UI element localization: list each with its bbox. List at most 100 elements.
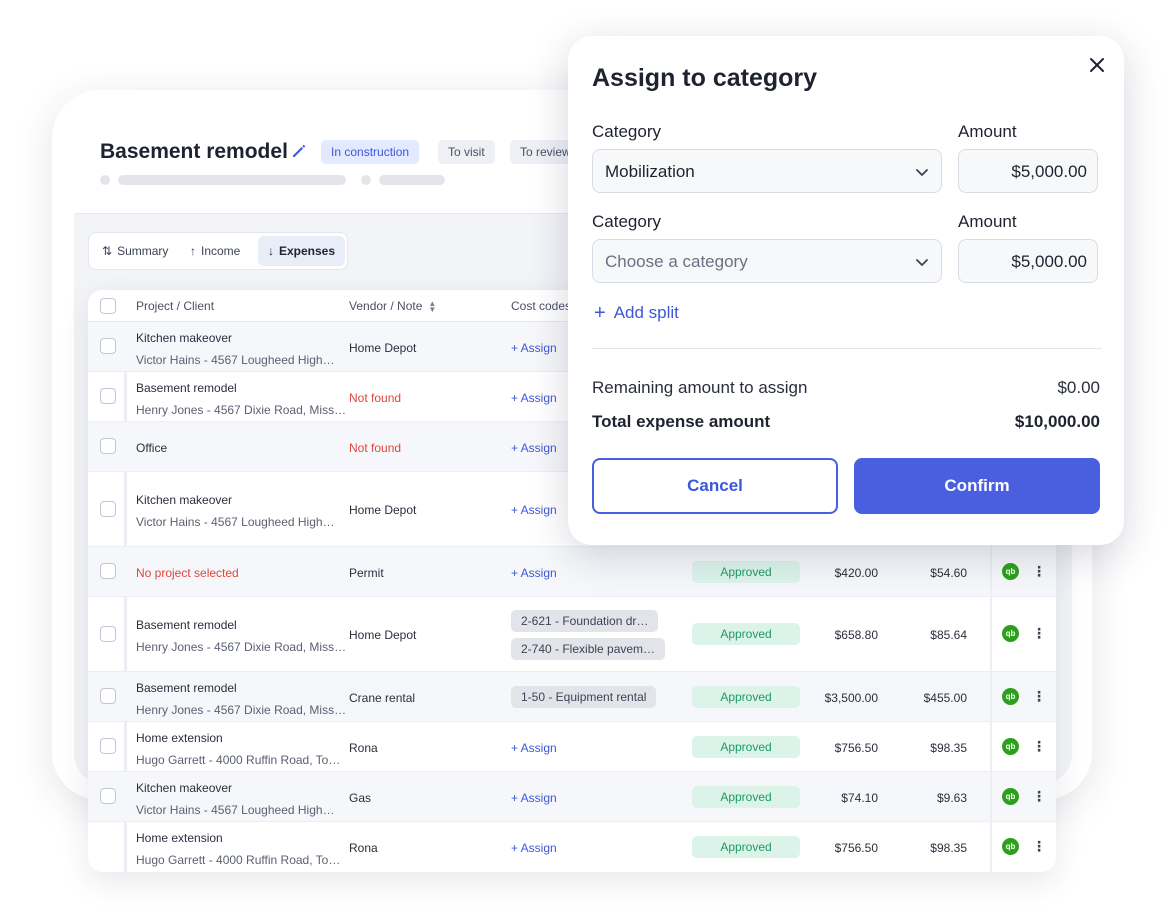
more-options-icon[interactable]: ⋮ — [1032, 564, 1046, 578]
amount-input[interactable]: $5,000.00 — [958, 149, 1098, 193]
tax-cell: $9.63 — [936, 791, 967, 805]
quickbooks-icon[interactable]: qb — [1002, 838, 1019, 855]
quickbooks-icon[interactable]: qb — [1002, 738, 1019, 755]
vendor-cell: Gas — [349, 791, 372, 805]
table-row[interactable]: No project selected Permit + Assign Appr… — [88, 547, 1056, 597]
tab-summary[interactable]: ⇅ Summary — [92, 236, 178, 266]
more-options-icon[interactable]: ⋮ — [1032, 689, 1046, 703]
tab-income[interactable]: ↑ Income — [180, 236, 250, 266]
tax-cell: $98.35 — [930, 741, 967, 755]
amount-cell: $3,500.00 — [824, 691, 878, 705]
row-checkbox[interactable] — [100, 501, 116, 517]
amount-label: Amount — [958, 212, 1017, 231]
vendor-cell: Not found — [349, 441, 402, 455]
remaining-value: $0.00 — [1057, 378, 1100, 397]
category-label: Category — [592, 122, 661, 141]
vendor-cell: Home Depot — [349, 341, 417, 355]
cost-code-chip[interactable]: 2-740 - Flexible pavem… — [511, 638, 666, 660]
amount-cell: $756.50 — [834, 741, 878, 755]
skeleton-dot — [100, 175, 110, 185]
cost-code-chip[interactable]: 1-50 - Equipment rental — [511, 686, 657, 708]
more-options-icon[interactable]: ⋮ — [1032, 739, 1046, 753]
category-select[interactable]: Mobilization — [592, 149, 942, 193]
plus-icon: + — [594, 302, 606, 324]
row-checkbox[interactable] — [100, 688, 116, 704]
more-options-icon[interactable]: ⋮ — [1032, 789, 1046, 803]
row-checkbox[interactable] — [100, 338, 116, 354]
status-badge: Approved — [692, 686, 800, 708]
assign-category-modal: Assign to category Category Amount Mobil… — [568, 36, 1124, 545]
more-options-icon[interactable]: ⋮ — [1032, 839, 1046, 853]
skeleton-dot — [361, 175, 371, 185]
row-checkbox[interactable] — [100, 563, 116, 579]
row-checkbox[interactable] — [100, 626, 116, 642]
amount-input[interactable]: $5,000.00 — [958, 239, 1098, 283]
quickbooks-icon[interactable]: qb — [1002, 688, 1019, 705]
row-checkbox[interactable] — [100, 788, 116, 804]
modal-title: Assign to category — [592, 64, 818, 92]
assign-link[interactable]: + Assign — [511, 391, 557, 405]
row-checkbox[interactable] — [100, 438, 116, 454]
category-select[interactable]: Choose a category — [592, 239, 942, 283]
view-tabs: ⇅ Summary ↑ Income ↓ Expenses — [88, 232, 348, 270]
table-row[interactable]: Home extension Hugo Garrett - 4000 Ruffi… — [88, 822, 1056, 872]
vendor-cell: Not found — [349, 391, 402, 405]
header-project[interactable]: Project / Client — [136, 299, 214, 313]
project-title: Basement remodel — [100, 140, 288, 163]
skeleton-bar — [379, 175, 445, 185]
vendor-cell: Crane rental — [349, 691, 416, 705]
tab-expenses[interactable]: ↓ Expenses — [258, 236, 346, 266]
confirm-button[interactable]: Confirm — [854, 458, 1100, 514]
assign-link[interactable]: + Assign — [511, 566, 557, 580]
vendor-cell: Permit — [349, 566, 384, 580]
tax-cell: $54.60 — [930, 566, 967, 580]
project-cell: Office — [136, 441, 168, 455]
close-icon[interactable] — [1088, 56, 1106, 74]
tax-cell: $98.35 — [930, 841, 967, 855]
add-split-button[interactable]: + Add split — [594, 302, 679, 325]
vendor-cell: Rona — [349, 841, 378, 855]
quickbooks-icon[interactable]: qb — [1002, 788, 1019, 805]
header-cost-codes[interactable]: Cost codes — [511, 299, 571, 313]
assign-link[interactable]: + Assign — [511, 441, 557, 455]
cancel-button[interactable]: Cancel — [592, 458, 838, 514]
divider — [592, 348, 1102, 349]
status-badge: Approved — [692, 623, 800, 645]
project-cell: Kitchen makeover Victor Hains - 4567 Lou… — [136, 493, 335, 529]
category-label: Category — [592, 212, 661, 231]
sort-icon: ▲ ▼ — [428, 298, 437, 314]
amount-cell: $420.00 — [834, 566, 878, 580]
quickbooks-icon[interactable]: qb — [1002, 625, 1019, 642]
cost-code-chip[interactable]: 2-621 - Foundation dr… — [511, 610, 659, 632]
select-all-checkbox[interactable] — [100, 298, 116, 314]
status-chip-in-construction[interactable]: In construction — [321, 140, 420, 164]
assign-link[interactable]: + Assign — [511, 503, 557, 517]
table-row[interactable]: Kitchen makeover Victor Hains - 4567 Lou… — [88, 772, 1056, 822]
project-cell: Kitchen makeover Victor Hains - 4567 Lou… — [136, 331, 335, 367]
assign-link[interactable]: + Assign — [511, 841, 557, 855]
row-checkbox[interactable] — [100, 388, 116, 404]
quickbooks-icon[interactable]: qb — [1002, 563, 1019, 580]
arrow-up-icon: ↑ — [190, 244, 196, 258]
chevron-down-icon — [916, 259, 928, 266]
project-cell: Home extension Hugo Garrett - 4000 Ruffi… — [136, 731, 341, 767]
project-cell: Basement remodel Henry Jones - 4567 Dixi… — [136, 618, 347, 654]
total-value: $10,000.00 — [1014, 412, 1100, 431]
assign-link[interactable]: + Assign — [511, 791, 557, 805]
status-chip-to-visit[interactable]: To visit — [438, 140, 495, 164]
pencil-icon[interactable] — [290, 142, 308, 160]
status-badge: Approved — [692, 836, 800, 858]
row-checkbox[interactable] — [100, 738, 116, 754]
table-row[interactable]: Home extension Hugo Garrett - 4000 Ruffi… — [88, 722, 1056, 772]
more-options-icon[interactable]: ⋮ — [1032, 626, 1046, 640]
tax-cell: $85.64 — [930, 628, 967, 642]
column-divider — [990, 540, 992, 872]
assign-link[interactable]: + Assign — [511, 741, 557, 755]
table-row[interactable]: Basement remodel Henry Jones - 4567 Dixi… — [88, 597, 1056, 672]
project-cell: Basement remodel Henry Jones - 4567 Dixi… — [136, 681, 347, 717]
assign-link[interactable]: + Assign — [511, 341, 557, 355]
header-vendor[interactable]: Vendor / Note ▲ ▼ — [349, 299, 436, 313]
table-row[interactable]: Basement remodel Henry Jones - 4567 Dixi… — [88, 672, 1056, 722]
amount-cell: $658.80 — [834, 628, 878, 642]
amount-cell: $74.10 — [841, 791, 878, 805]
